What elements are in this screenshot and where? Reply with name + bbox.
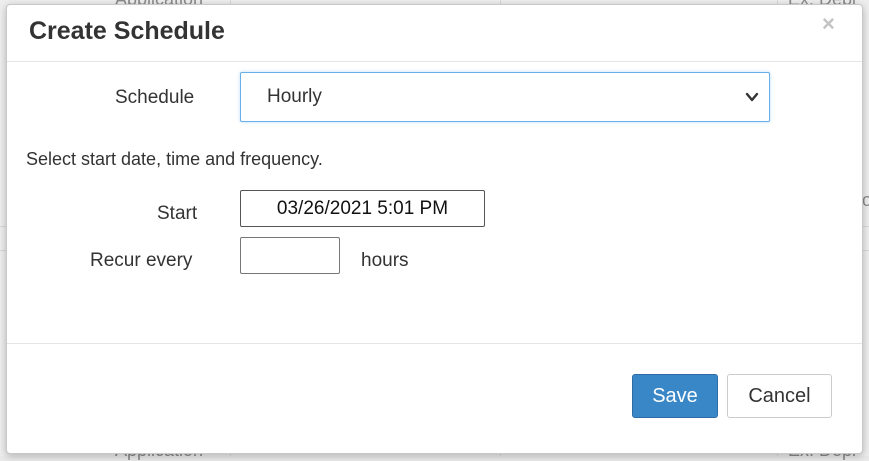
recur-unit-label: hours [361,250,409,271]
close-icon[interactable]: × [822,13,835,35]
schedule-select[interactable]: Hourly [240,72,770,122]
create-schedule-dialog: Create Schedule × Schedule Hourly Select… [6,4,863,454]
background-text: ol [862,190,869,210]
dialog-title: Create Schedule [29,17,225,45]
cancel-button[interactable]: Cancel [727,374,832,418]
recur-every-label: Recur every [90,250,193,271]
schedule-label: Schedule [115,87,195,108]
start-datetime-input[interactable] [240,190,485,227]
chevron-down-icon [745,92,759,102]
footer-divider [7,343,862,344]
help-text: Select start date, time and frequency. [26,149,323,169]
schedule-selected-value: Hourly [267,86,322,107]
start-label: Start [157,203,198,224]
save-button[interactable]: Save [632,374,718,418]
recur-hours-input[interactable] [240,237,340,274]
dialog-header: Create Schedule × [7,5,862,62]
